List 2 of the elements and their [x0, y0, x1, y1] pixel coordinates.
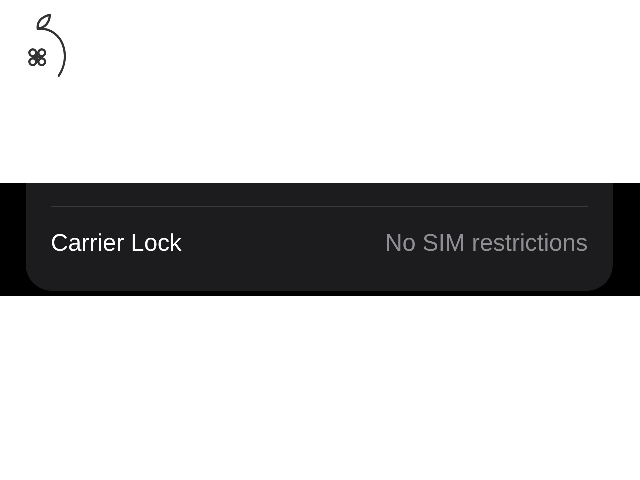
row-value: No SIM restrictions: [385, 230, 588, 258]
row-label: Carrier Lock: [51, 230, 182, 258]
